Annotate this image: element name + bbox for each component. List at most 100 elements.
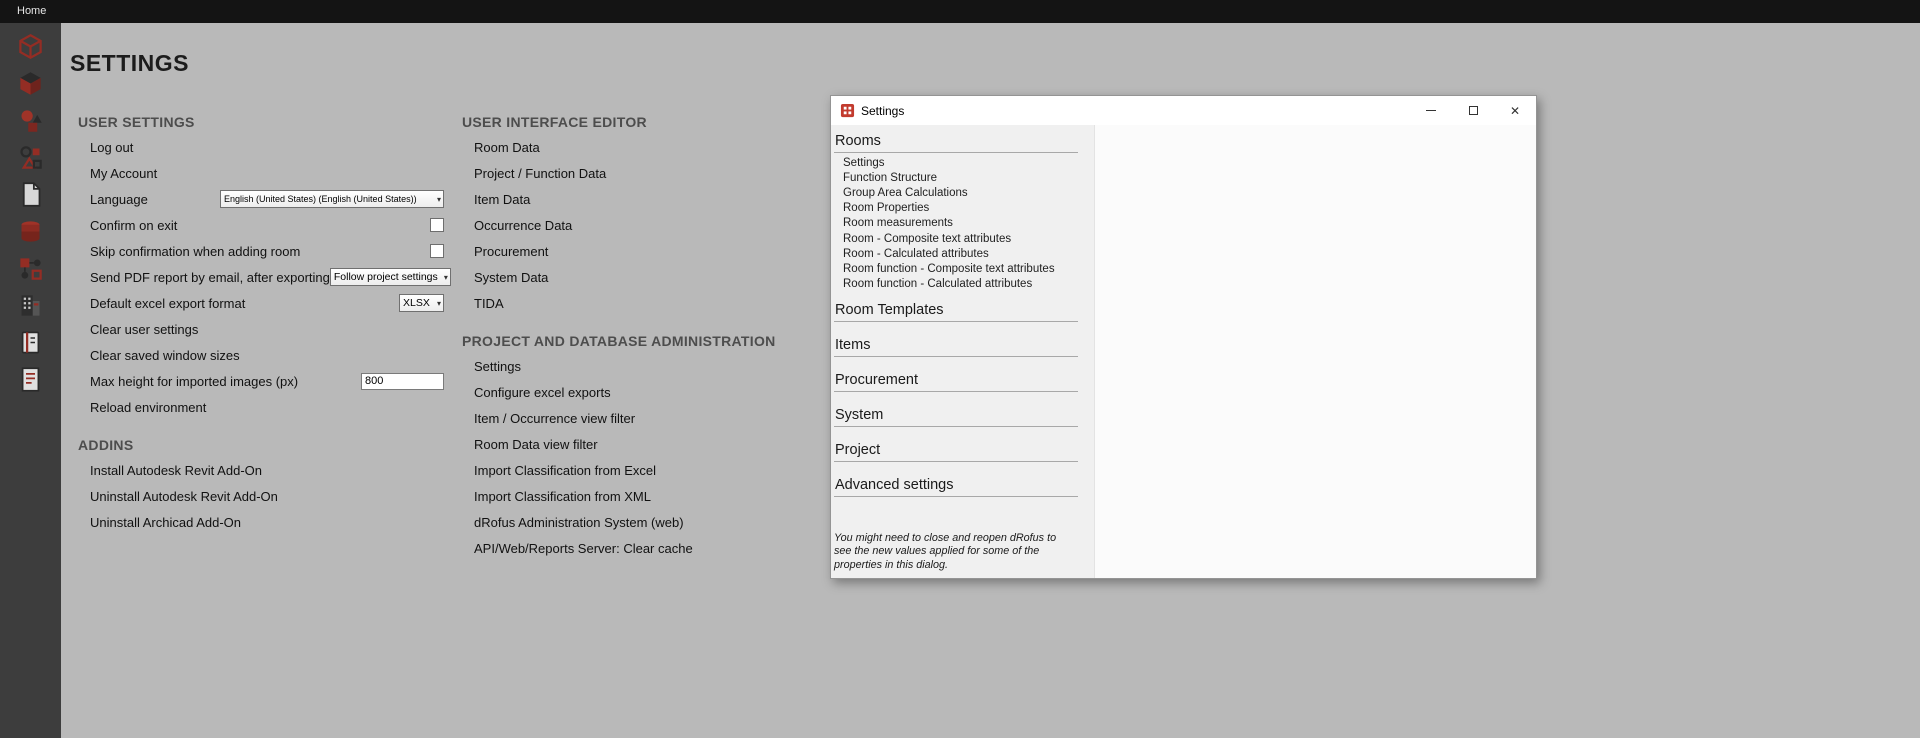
settings-column-2: USER INTERFACE EDITOR Room Data Project … <box>462 110 807 561</box>
import-classification-xml-link[interactable]: Import Classification from XML <box>474 489 651 504</box>
sidebar-item-9[interactable] <box>12 324 49 361</box>
row-room-data-view-filter: Room Data view filter <box>462 431 807 457</box>
uninstall-revit-addon-link[interactable]: Uninstall Autodesk Revit Add-On <box>90 489 278 504</box>
nav-section-items[interactable]: Items <box>834 336 1078 357</box>
sidebar-item-7[interactable] <box>12 250 49 287</box>
occurrence-data-link[interactable]: Occurrence Data <box>474 218 572 233</box>
item-occurrence-view-filter-link[interactable]: Item / Occurrence view filter <box>474 411 635 426</box>
nav-item-room-measurements[interactable]: Room measurements <box>834 216 1094 231</box>
building-grid-icon <box>17 292 44 319</box>
room-data-link[interactable]: Room Data <box>474 140 540 155</box>
uninstall-archicad-addon-link[interactable]: Uninstall Archicad Add-On <box>90 515 241 530</box>
reload-environment-link[interactable]: Reload environment <box>90 400 206 415</box>
nav-section-advanced-settings[interactable]: Advanced settings <box>834 476 1078 497</box>
confirm-on-exit-label: Confirm on exit <box>90 218 177 233</box>
nav-section-procurement[interactable]: Procurement <box>834 371 1078 392</box>
item-data-link[interactable]: Item Data <box>474 192 530 207</box>
nav-item-settings[interactable]: Settings <box>834 155 1094 170</box>
row-skip-confirmation: Skip confirmation when adding room <box>78 238 444 264</box>
row-import-classification-xml: Import Classification from XML <box>462 483 807 509</box>
dialog-title: Settings <box>861 104 904 118</box>
report-icon <box>17 366 44 393</box>
system-data-link[interactable]: System Data <box>474 270 548 285</box>
skip-confirmation-checkbox[interactable] <box>430 244 444 258</box>
sidebar-item-2[interactable] <box>12 65 49 102</box>
row-occurrence-data: Occurrence Data <box>462 212 807 238</box>
configure-excel-exports-link[interactable]: Configure excel exports <box>474 385 611 400</box>
maximize-button[interactable] <box>1452 96 1494 125</box>
window-controls: ✕ <box>1410 96 1536 125</box>
send-pdf-select[interactable]: Follow project settings ▾ <box>330 268 451 286</box>
row-project-function-data: Project / Function Data <box>462 160 807 186</box>
row-drofus-admin-system: dRofus Administration System (web) <box>462 509 807 535</box>
nav-item-group-area-calculations[interactable]: Group Area Calculations <box>834 185 1094 200</box>
row-install-revit-addon: Install Autodesk Revit Add-On <box>78 457 444 483</box>
nav-item-room-calculated-attributes[interactable]: Room - Calculated attributes <box>834 246 1094 261</box>
row-confirm-on-exit: Confirm on exit <box>78 212 444 238</box>
clear-window-sizes-link[interactable]: Clear saved window sizes <box>90 348 240 363</box>
confirm-on-exit-checkbox[interactable] <box>430 218 444 232</box>
coin-stack-icon <box>17 218 44 245</box>
close-icon: ✕ <box>1510 105 1520 117</box>
skip-confirmation-label: Skip confirmation when adding room <box>90 244 300 259</box>
nav-section-system[interactable]: System <box>834 406 1078 427</box>
nav-section-project[interactable]: Project <box>834 441 1078 462</box>
shapes-icon <box>17 107 44 134</box>
top-menu-bar: Home <box>0 0 1920 23</box>
dialog-titlebar[interactable]: Settings ✕ <box>831 96 1536 125</box>
document-icon <box>17 181 44 208</box>
sidebar-item-6[interactable] <box>12 213 49 250</box>
excel-format-select-value: XLSX <box>403 297 430 309</box>
nav-item-function-structure[interactable]: Function Structure <box>834 170 1094 185</box>
row-clear-window-sizes: Clear saved window sizes <box>78 342 444 368</box>
nav-item-room-function-composite-text-attributes[interactable]: Room function - Composite text attribute… <box>834 261 1094 276</box>
api-clear-cache-link[interactable]: API/Web/Reports Server: Clear cache <box>474 541 693 556</box>
nav-section-rooms[interactable]: Rooms <box>834 132 1078 153</box>
sidebar-item-3[interactable] <box>12 102 49 139</box>
drofus-app-icon <box>840 103 855 118</box>
row-uninstall-revit-addon: Uninstall Autodesk Revit Add-On <box>78 483 444 509</box>
project-function-data-link[interactable]: Project / Function Data <box>474 166 606 181</box>
user-settings-header: USER SETTINGS <box>78 110 444 134</box>
page-title: SETTINGS <box>70 50 189 77</box>
admin-settings-link[interactable]: Settings <box>474 359 521 374</box>
drofus-admin-system-link[interactable]: dRofus Administration System (web) <box>474 515 684 530</box>
nav-item-room-properties[interactable]: Room Properties <box>834 201 1094 216</box>
my-account-link[interactable]: My Account <box>90 166 157 181</box>
sidebar-item-10[interactable] <box>12 361 49 398</box>
addins-header: ADDINS <box>78 433 444 457</box>
row-log-out: Log out <box>78 134 444 160</box>
max-height-input[interactable] <box>361 373 444 390</box>
sidebar-item-1[interactable] <box>12 28 49 65</box>
admin-header: PROJECT AND DATABASE ADMINISTRATION <box>462 329 807 353</box>
tida-link[interactable]: TIDA <box>474 296 504 311</box>
ui-editor-header: USER INTERFACE EDITOR <box>462 110 807 134</box>
home-menu-item[interactable]: Home <box>17 5 46 17</box>
chevron-down-icon: ▾ <box>444 273 448 282</box>
nav-item-room-composite-text-attributes[interactable]: Room - Composite text attributes <box>834 231 1094 246</box>
install-revit-addon-link[interactable]: Install Autodesk Revit Add-On <box>90 463 262 478</box>
close-button[interactable]: ✕ <box>1494 96 1536 125</box>
room-data-view-filter-link[interactable]: Room Data view filter <box>474 437 598 452</box>
row-tida: TIDA <box>462 290 807 316</box>
clear-user-settings-link[interactable]: Clear user settings <box>90 322 198 337</box>
language-select[interactable]: English (United States) (English (United… <box>220 190 444 208</box>
minimize-button[interactable] <box>1410 96 1452 125</box>
log-out-link[interactable]: Log out <box>90 140 133 155</box>
dialog-footnote: You might need to close and reopen dRofu… <box>834 532 1076 573</box>
max-height-label: Max height for imported images (px) <box>90 374 298 389</box>
import-classification-excel-link[interactable]: Import Classification from Excel <box>474 463 656 478</box>
nav-section-room-templates[interactable]: Room Templates <box>834 301 1078 322</box>
row-api-clear-cache: API/Web/Reports Server: Clear cache <box>462 535 807 561</box>
sidebar-item-8[interactable] <box>12 287 49 324</box>
rooms-sublist: Settings Function Structure Group Area C… <box>834 153 1094 301</box>
flowchart-icon <box>17 255 44 282</box>
row-excel-format: Default excel export format XLSX ▾ <box>78 290 444 316</box>
sidebar-item-4[interactable] <box>12 139 49 176</box>
dialog-content-panel <box>1094 125 1536 578</box>
nav-item-room-function-calculated-attributes[interactable]: Room function - Calculated attributes <box>834 277 1094 292</box>
excel-format-select[interactable]: XLSX ▾ <box>399 294 444 312</box>
sidebar-item-5[interactable] <box>12 176 49 213</box>
procurement-link[interactable]: Procurement <box>474 244 548 259</box>
dialog-nav: Rooms Settings Function Structure Group … <box>831 125 1094 578</box>
